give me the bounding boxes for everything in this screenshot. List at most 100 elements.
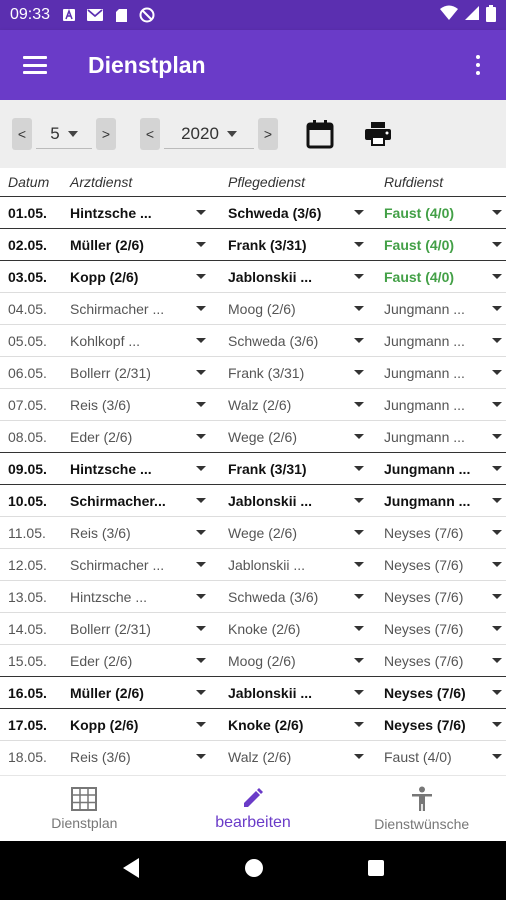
home-icon[interactable] (244, 858, 264, 883)
wifi-icon (440, 5, 458, 25)
year-next-button[interactable]: > (258, 118, 278, 150)
table-row: 14.05. Bollerr (2/31) Knoke (2/6) Neyses (7… (0, 612, 506, 644)
pflegedienst-dropdown[interactable]: Moog (2/6) (220, 301, 378, 317)
pflegedienst-dropdown[interactable]: Frank (3/31) (220, 461, 378, 477)
rufdienst-value: Jungmann ... (384, 364, 465, 381)
pflegedienst-dropdown[interactable]: Jablonskii ... (220, 557, 378, 573)
pflegedienst-dropdown[interactable]: Jablonskii ... (220, 685, 378, 701)
nav-bearbeiten[interactable]: bearbeiten (169, 776, 338, 841)
arztdienst-dropdown[interactable]: Kopp (2/6) (62, 269, 220, 285)
person-icon (411, 786, 432, 811)
calendar-icon[interactable] (300, 114, 340, 154)
rufdienst-dropdown[interactable]: Jungmann ... (378, 461, 506, 477)
pflegedienst-value: Frank (3/31) (228, 460, 307, 477)
dropdown-arrow-icon (196, 274, 206, 279)
dropdown-arrow-icon (354, 370, 364, 375)
rufdienst-dropdown[interactable]: Faust (4/0) (378, 269, 506, 285)
pflegedienst-value: Wege (2/6) (228, 524, 297, 541)
arztdienst-dropdown[interactable]: Schirmacher ... (62, 301, 220, 317)
rufdienst-value: Jungmann ... (384, 492, 471, 509)
pflegedienst-dropdown[interactable]: Jablonskii ... (220, 493, 378, 509)
rufdienst-value: Jungmann ... (384, 300, 465, 317)
rufdienst-dropdown[interactable]: Neyses (7/6) (378, 525, 506, 541)
nav-label: Dienstplan (51, 814, 118, 831)
pflegedienst-dropdown[interactable]: Moog (2/6) (220, 653, 378, 669)
arztdienst-dropdown[interactable]: Schirmacher... (62, 493, 220, 509)
status-right-icons (440, 4, 496, 26)
arztdienst-dropdown[interactable]: Bollerr (2/31) (62, 621, 220, 637)
status-bar: 09:33 (0, 0, 506, 30)
arztdienst-dropdown[interactable]: Reis (3/6) (62, 397, 220, 413)
hamburger-menu-icon[interactable] (0, 30, 70, 100)
recents-icon[interactable] (367, 859, 385, 882)
arztdienst-dropdown[interactable]: Hintzsche ... (62, 205, 220, 221)
month-select[interactable]: 5 (36, 119, 92, 149)
year-prev-button[interactable]: < (140, 118, 160, 150)
nav-dienstwuensche[interactable]: Dienstwünsche (337, 776, 506, 841)
row-date: 09.05. (8, 460, 47, 477)
row-date: 08.05. (8, 428, 47, 445)
arztdienst-dropdown[interactable]: Müller (2/6) (62, 237, 220, 253)
row-date: 06.05. (8, 364, 47, 381)
back-icon[interactable] (121, 857, 141, 884)
nav-dienstplan[interactable]: Dienstplan (0, 776, 169, 841)
rufdienst-dropdown[interactable]: Faust (4/0) (378, 205, 506, 221)
rufdienst-dropdown[interactable]: Jungmann ... (378, 397, 506, 413)
arztdienst-value: Müller (2/6) (70, 684, 144, 701)
arztdienst-dropdown[interactable]: Kohlkopf ... (62, 333, 220, 349)
print-icon[interactable] (358, 114, 398, 154)
rufdienst-dropdown[interactable]: Neyses (7/6) (378, 589, 506, 605)
pflegedienst-dropdown[interactable]: Schweda (3/6) (220, 205, 378, 221)
month-next-button[interactable]: > (96, 118, 116, 150)
pflegedienst-dropdown[interactable]: Schweda (3/6) (220, 333, 378, 349)
arztdienst-dropdown[interactable]: Hintzsche ... (62, 461, 220, 477)
row-date: 17.05. (8, 716, 47, 733)
nav-label: Dienstwünsche (374, 815, 470, 832)
pflegedienst-dropdown[interactable]: Knoke (2/6) (220, 717, 378, 733)
pflegedienst-dropdown[interactable]: Frank (3/31) (220, 237, 378, 253)
pflegedienst-dropdown[interactable]: Walz (2/6) (220, 397, 378, 413)
arztdienst-dropdown[interactable]: Müller (2/6) (62, 685, 220, 701)
table-row: 08.05. Eder (2/6) Wege (2/6) Jungmann ... (0, 420, 506, 452)
dropdown-arrow-icon (354, 338, 364, 343)
rufdienst-dropdown[interactable]: Jungmann ... (378, 301, 506, 317)
rufdienst-dropdown[interactable]: Neyses (7/6) (378, 685, 506, 701)
pflegedienst-dropdown[interactable]: Wege (2/6) (220, 429, 378, 445)
pflegedienst-value: Jablonskii ... (228, 268, 313, 285)
pflegedienst-dropdown[interactable]: Walz (2/6) (220, 749, 378, 765)
arztdienst-dropdown[interactable]: Eder (2/6) (62, 653, 220, 669)
arztdienst-dropdown[interactable]: Eder (2/6) (62, 429, 220, 445)
pflegedienst-value: Jablonskii ... (228, 684, 313, 701)
arztdienst-dropdown[interactable]: Reis (3/6) (62, 749, 220, 765)
pflegedienst-dropdown[interactable]: Frank (3/31) (220, 365, 378, 381)
year-select[interactable]: 2020 (164, 119, 254, 149)
arztdienst-dropdown[interactable]: Bollerr (2/31) (62, 365, 220, 381)
arztdienst-dropdown[interactable]: Reis (3/6) (62, 525, 220, 541)
arztdienst-dropdown[interactable]: Hintzsche ... (62, 589, 220, 605)
pflegedienst-dropdown[interactable]: Wege (2/6) (220, 525, 378, 541)
arztdienst-dropdown[interactable]: Schirmacher ... (62, 557, 220, 573)
more-options-icon[interactable] (450, 30, 506, 100)
rufdienst-value: Faust (4/0) (384, 268, 455, 285)
pflegedienst-dropdown[interactable]: Knoke (2/6) (220, 621, 378, 637)
arztdienst-dropdown[interactable]: Kopp (2/6) (62, 717, 220, 733)
rufdienst-dropdown[interactable]: Jungmann ... (378, 333, 506, 349)
arztdienst-value: Reis (3/6) (70, 524, 131, 541)
rufdienst-dropdown[interactable]: Faust (4/0) (378, 749, 506, 765)
rufdienst-dropdown[interactable]: Jungmann ... (378, 429, 506, 445)
rufdienst-dropdown[interactable]: Faust (4/0) (378, 237, 506, 253)
arztdienst-value: Hintzsche ... (70, 588, 148, 605)
rufdienst-dropdown[interactable]: Jungmann ... (378, 365, 506, 381)
pflegedienst-dropdown[interactable]: Jablonskii ... (220, 269, 378, 285)
rufdienst-dropdown[interactable]: Neyses (7/6) (378, 621, 506, 637)
month-prev-button[interactable]: < (12, 118, 32, 150)
rufdienst-dropdown[interactable]: Jungmann ... (378, 493, 506, 509)
rufdienst-dropdown[interactable]: Neyses (7/6) (378, 653, 506, 669)
row-date: 01.05. (8, 204, 47, 221)
rufdienst-value: Neyses (7/6) (384, 716, 466, 733)
month-toolbar: < 5 > < 2020 > (0, 100, 506, 168)
pflegedienst-dropdown[interactable]: Schweda (3/6) (220, 589, 378, 605)
rufdienst-dropdown[interactable]: Neyses (7/6) (378, 717, 506, 733)
row-date: 05.05. (8, 332, 47, 349)
rufdienst-dropdown[interactable]: Neyses (7/6) (378, 557, 506, 573)
